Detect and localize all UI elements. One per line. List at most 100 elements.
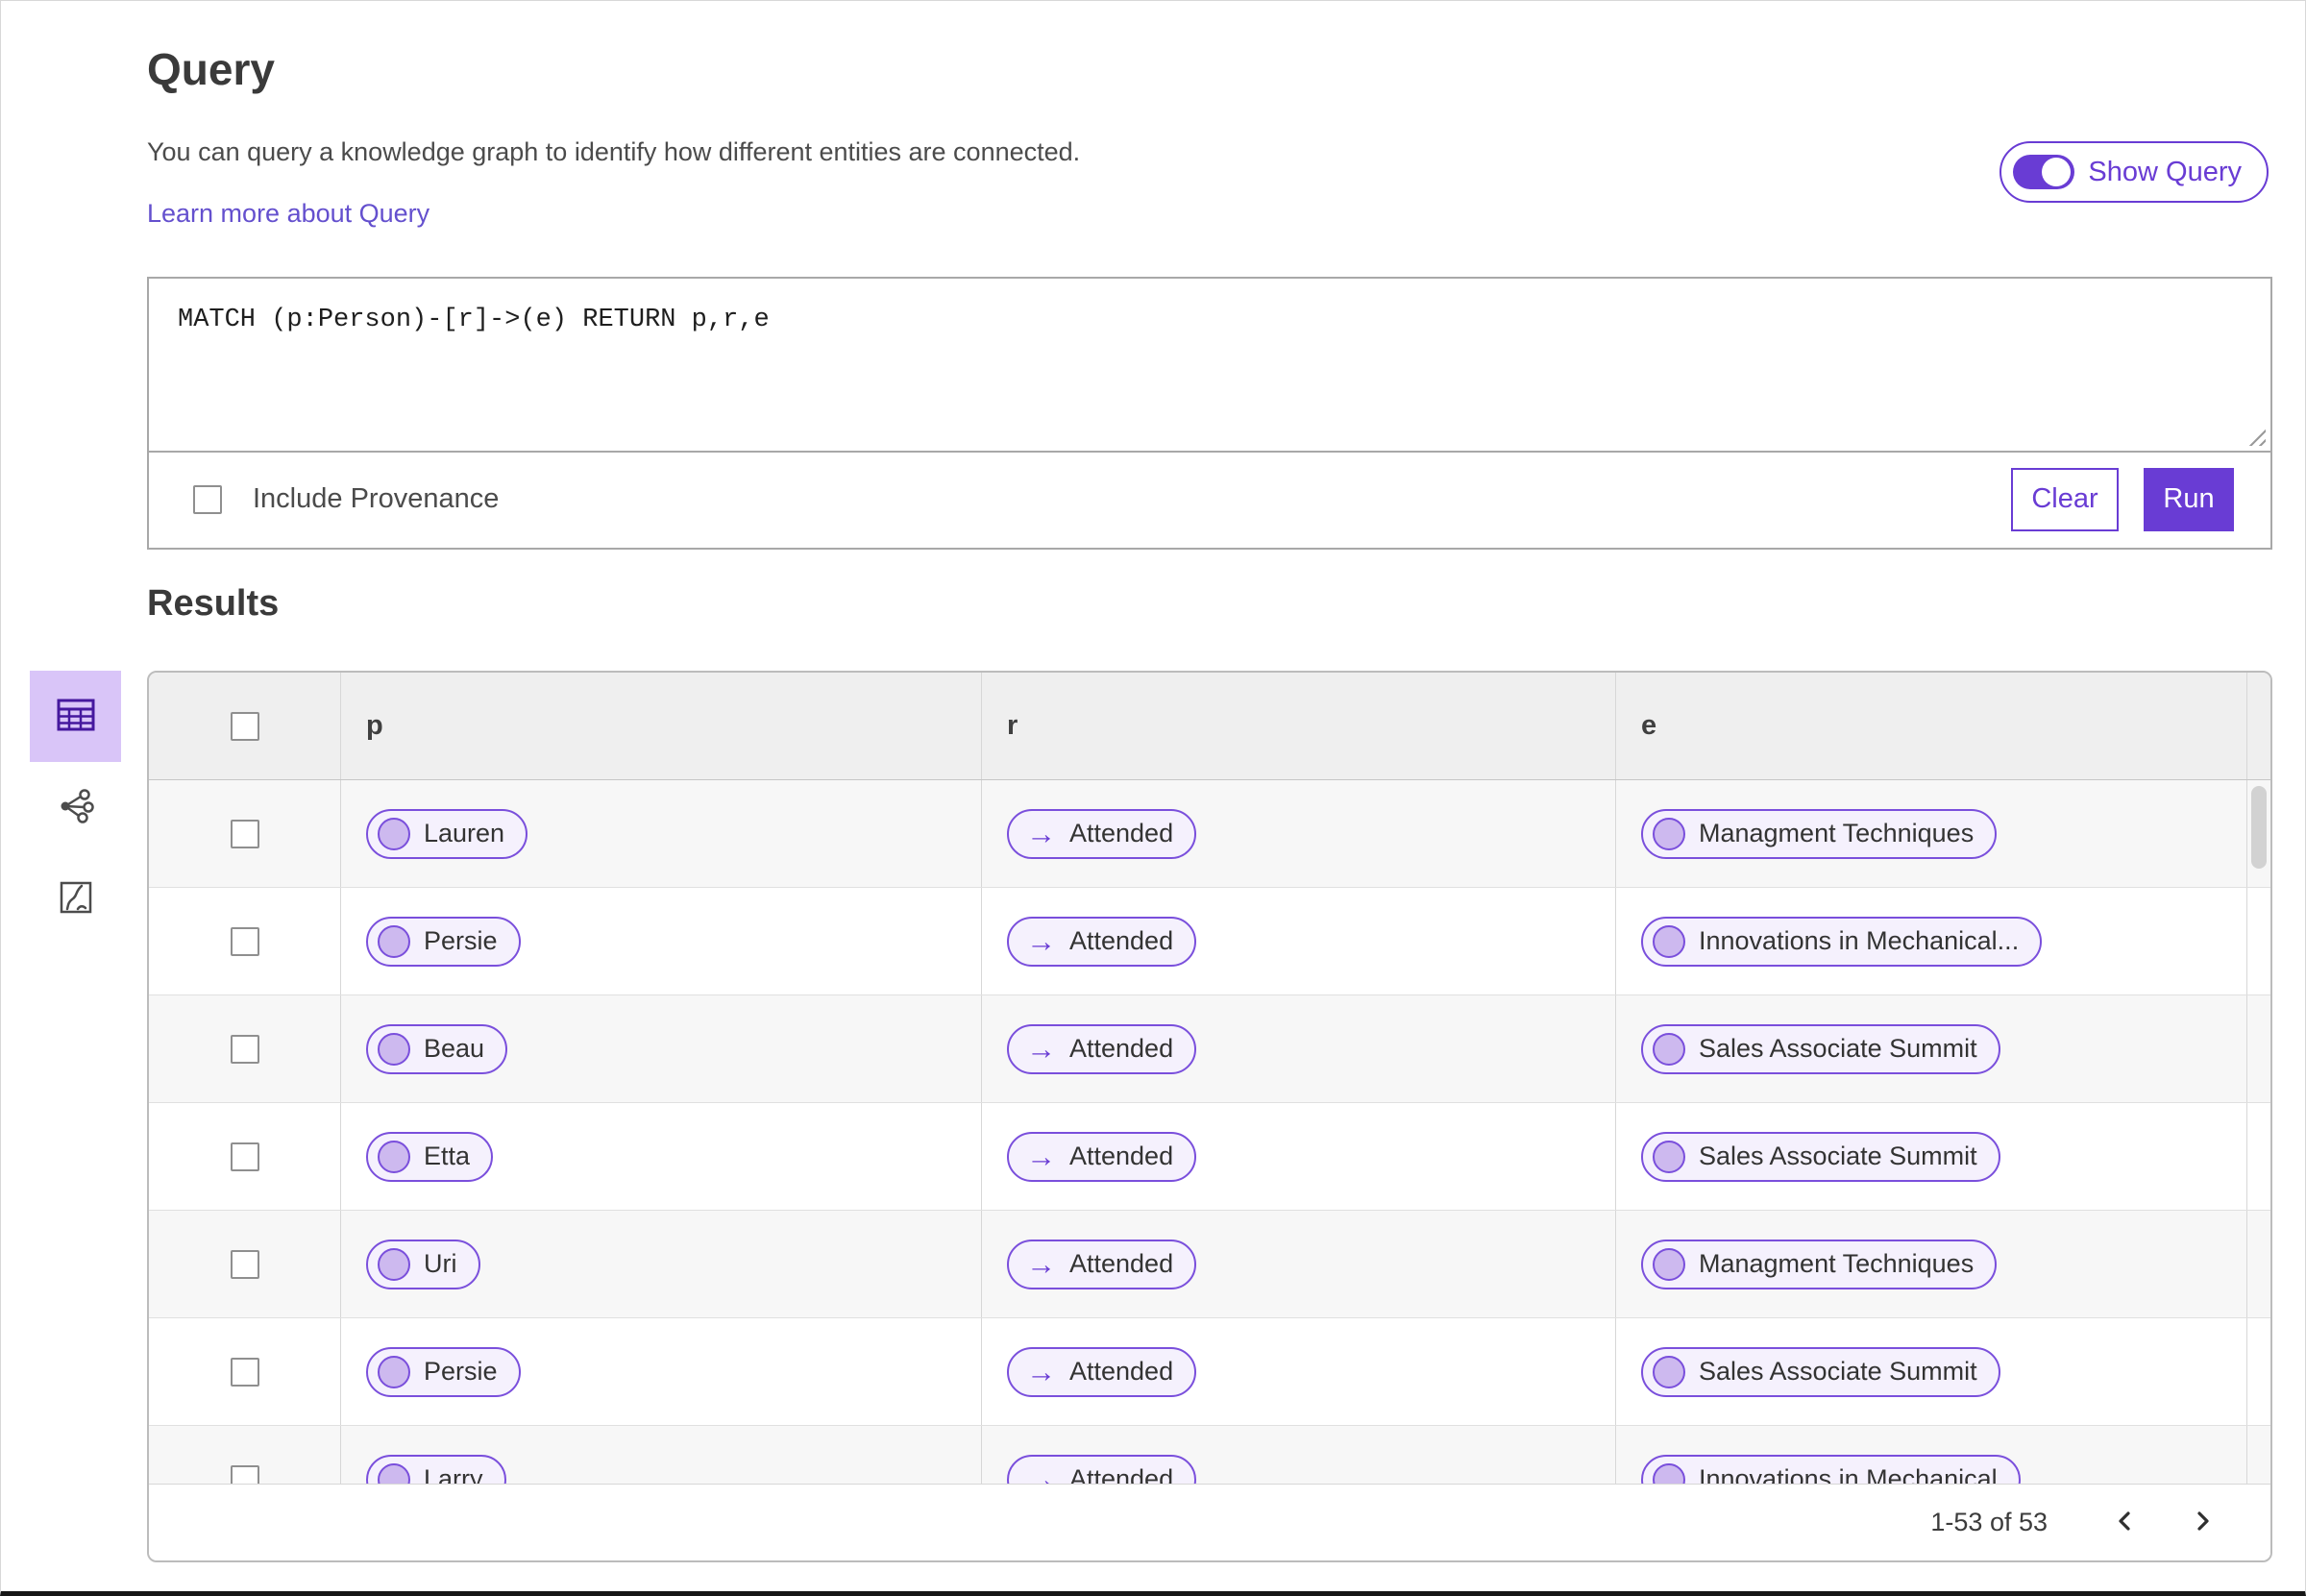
row-checkbox[interactable] [230, 1142, 259, 1171]
previous-page-button[interactable] [2103, 1501, 2147, 1545]
node-icon [378, 817, 410, 850]
table-body: Lauren → Attended Managment Techniques Pe… [149, 780, 2270, 1534]
toggle-knob [2042, 158, 2072, 186]
node-pill[interactable]: Sales Associate Summit [1641, 1346, 2000, 1397]
pill-label: Beau [424, 1034, 485, 1063]
row-select-cell [149, 1211, 340, 1317]
query-input[interactable]: MATCH (p:Person)-[r]->(e) RETURN p,r,e [149, 279, 2270, 451]
run-button[interactable]: Run [2144, 467, 2234, 531]
row-checkbox[interactable] [230, 819, 259, 848]
table-scrollbar-thumb[interactable] [2251, 786, 2267, 869]
relation-pill[interactable]: → Attended [1007, 1239, 1197, 1289]
node-pill[interactable]: Sales Associate Summit [1641, 1023, 2000, 1074]
pagination-bar: 1-53 of 53 [149, 1484, 2270, 1560]
table-grid-icon [52, 691, 100, 742]
include-provenance-checkbox[interactable] [193, 484, 222, 514]
node-pill[interactable]: Etta [366, 1131, 494, 1182]
cell-e: Sales Associate Summit [1615, 1318, 2246, 1425]
cell-p: Beau [340, 995, 981, 1102]
row-select-cell [149, 780, 340, 887]
arrow-right-icon: → [1026, 924, 1056, 958]
node-pill[interactable]: Persie [366, 1346, 521, 1397]
view-switcher [30, 671, 121, 945]
node-pill[interactable]: Managment Techniques [1641, 1239, 1998, 1289]
query-editor-region: MATCH (p:Person)-[r]->(e) RETURN p,r,e [149, 279, 2270, 453]
cell-r: → Attended [981, 1318, 1615, 1425]
row-checkbox[interactable] [230, 926, 259, 956]
row-checkbox[interactable] [230, 1249, 259, 1279]
node-pill[interactable]: Managment Techniques [1641, 808, 1998, 859]
header-cell-r: r [981, 673, 1615, 779]
pill-label: Persie [424, 1357, 498, 1386]
node-icon [1653, 924, 1685, 958]
pill-label: Uri [424, 1249, 457, 1278]
clear-button[interactable]: Clear [2011, 467, 2119, 531]
table-view-button[interactable] [30, 671, 121, 762]
node-icon [1653, 817, 1685, 850]
page-title: Query [147, 44, 275, 94]
row-scroll-gutter [2246, 888, 2270, 994]
row-select-cell [149, 1318, 340, 1425]
header-cell-p: p [340, 673, 981, 779]
pill-label: Sales Associate Summit [1699, 1034, 1977, 1063]
row-select-cell [149, 995, 340, 1102]
node-pill[interactable]: Sales Associate Summit [1641, 1131, 2000, 1182]
row-scroll-gutter [2246, 995, 2270, 1102]
pill-label: Attended [1069, 1034, 1174, 1063]
table-row: Lauren → Attended Managment Techniques [149, 780, 2270, 888]
show-query-toggle-group[interactable]: Show Query [1999, 141, 2269, 203]
chevron-left-icon [2112, 1508, 2139, 1537]
row-scroll-gutter [2246, 1211, 2270, 1317]
network-view-button[interactable] [30, 762, 121, 853]
cell-p: Persie [340, 1318, 981, 1425]
node-pill[interactable]: Lauren [366, 808, 528, 859]
header-scroll-gutter [2246, 673, 2270, 779]
arrow-right-icon: → [1026, 1355, 1056, 1388]
show-query-label: Show Query [2088, 156, 2242, 187]
relation-pill[interactable]: → Attended [1007, 1131, 1197, 1182]
header-cell-e: e [1615, 673, 2246, 779]
pill-label: Attended [1069, 1357, 1174, 1386]
node-icon [378, 1247, 410, 1281]
row-scroll-gutter [2246, 1318, 2270, 1425]
cell-e: Managment Techniques [1615, 1211, 2246, 1317]
arrow-right-icon: → [1026, 1247, 1056, 1281]
pill-label: Sales Associate Summit [1699, 1357, 1977, 1386]
table-row: Persie → Attended Innovations in Mechanic… [149, 888, 2270, 995]
column-label: p [366, 710, 383, 741]
node-icon [378, 924, 410, 958]
relation-pill[interactable]: → Attended [1007, 916, 1197, 967]
node-pill[interactable]: Beau [366, 1023, 508, 1074]
cell-r: → Attended [981, 780, 1615, 887]
learn-more-link[interactable]: Learn more about Query [147, 199, 429, 229]
relation-pill[interactable]: → Attended [1007, 1023, 1197, 1074]
cell-r: → Attended [981, 888, 1615, 994]
node-icon [1653, 1247, 1685, 1281]
query-panel: MATCH (p:Person)-[r]->(e) RETURN p,r,e I… [147, 277, 2272, 550]
next-page-button[interactable] [2180, 1501, 2224, 1545]
relation-pill[interactable]: → Attended [1007, 1346, 1197, 1397]
arrow-right-icon: → [1026, 817, 1056, 850]
chart-view-button[interactable] [30, 853, 121, 945]
node-pill[interactable]: Persie [366, 916, 521, 967]
table-row: Persie → Attended Sales Associate Summit [149, 1318, 2270, 1426]
table-header-row: p r e [149, 673, 2270, 780]
row-scroll-gutter [2246, 1103, 2270, 1210]
pill-label: Attended [1069, 926, 1174, 955]
results-title: Results [147, 583, 280, 624]
pill-label: Attended [1069, 1249, 1174, 1278]
toggle-switch-icon[interactable] [2013, 155, 2075, 189]
node-pill[interactable]: Innovations in Mechanical... [1641, 916, 2043, 967]
relation-pill[interactable]: → Attended [1007, 808, 1197, 859]
pill-label: Attended [1069, 819, 1174, 847]
cell-e: Sales Associate Summit [1615, 1103, 2246, 1210]
row-checkbox[interactable] [230, 1034, 259, 1064]
pill-label: Managment Techniques [1699, 819, 1975, 847]
row-checkbox[interactable] [230, 1357, 259, 1387]
node-pill[interactable]: Uri [366, 1239, 480, 1289]
cell-r: → Attended [981, 1103, 1615, 1210]
select-all-checkbox[interactable] [230, 711, 259, 741]
cell-e: Innovations in Mechanical... [1615, 888, 2246, 994]
cell-r: → Attended [981, 995, 1615, 1102]
cell-e: Managment Techniques [1615, 780, 2246, 887]
